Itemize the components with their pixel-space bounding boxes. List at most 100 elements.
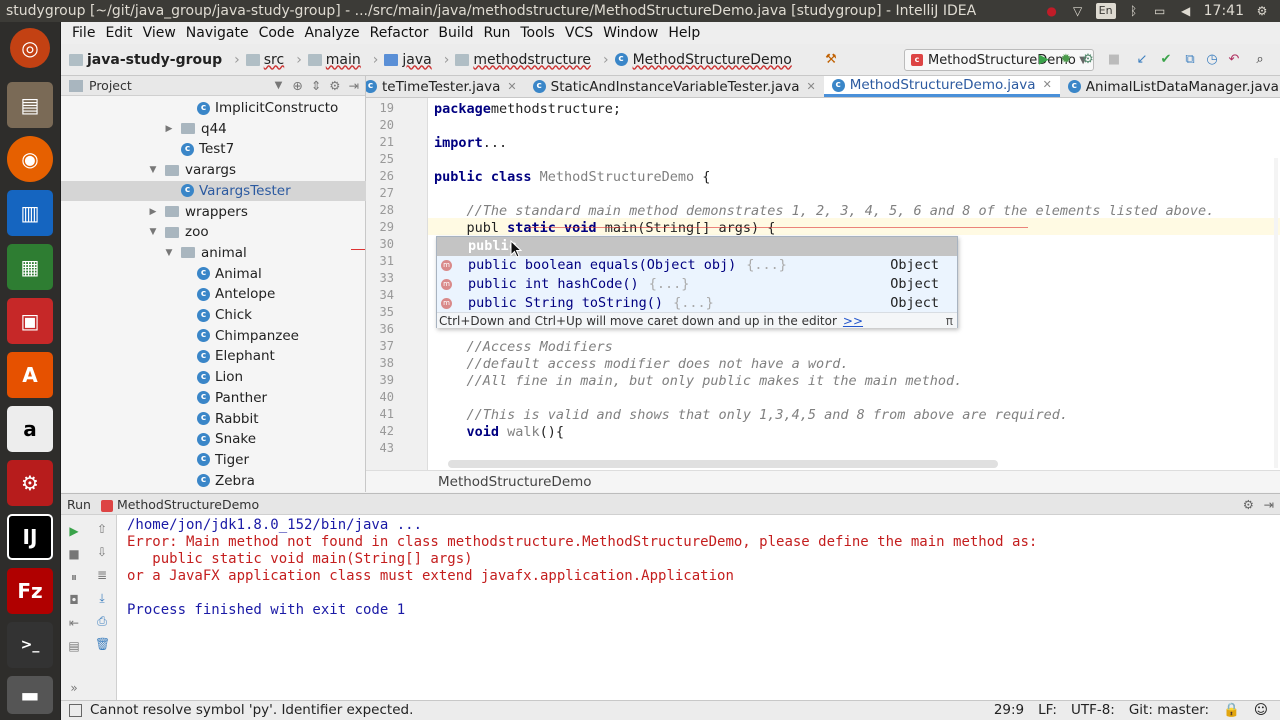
rerun-icon[interactable]: ▶	[67, 524, 81, 538]
editor-breadcrumb-label[interactable]: MethodStructureDemo	[438, 474, 592, 490]
breadcrumb-java[interactable]: java	[384, 52, 432, 68]
menu-help[interactable]: Help	[663, 25, 705, 41]
amazon-icon[interactable]: a	[7, 406, 53, 452]
close-icon[interactable]: ✕	[507, 76, 516, 97]
vcs-update-icon[interactable]: ↙	[1134, 52, 1150, 68]
filezilla-icon[interactable]: Fz	[7, 568, 53, 614]
tree-item[interactable]: c Elephant	[179, 346, 275, 366]
up-arrow-icon[interactable]: ⇧	[95, 522, 109, 536]
scroll-to-end-icon[interactable]: ⤓	[95, 591, 109, 605]
menu-analyze[interactable]: Analyze	[299, 25, 364, 41]
horizontal-scrollbar[interactable]	[448, 460, 998, 468]
tree-arrow-icon[interactable]: ▼	[163, 243, 175, 263]
inspector-icon[interactable]: ☺	[1254, 701, 1268, 720]
hide-icon[interactable]: ⇥	[349, 78, 359, 93]
hammer-icon[interactable]: ⚒	[823, 52, 839, 68]
menu-navigate[interactable]: Navigate	[181, 25, 254, 41]
close-icon[interactable]: ✕	[806, 76, 815, 97]
keyboard-layout[interactable]: En	[1095, 3, 1116, 19]
menu-window[interactable]: Window	[598, 25, 663, 41]
gear-icon[interactable]: ⚙	[1243, 494, 1254, 516]
tree-item[interactable]: c Zebra	[179, 471, 255, 491]
vcs-compare-icon[interactable]: ⧉	[1182, 52, 1198, 68]
settings-icon[interactable]: ⚙	[7, 460, 53, 506]
run-config-name[interactable]: MethodStructureDemo	[117, 497, 259, 512]
tree-arrow-icon[interactable]: ▶	[147, 202, 159, 222]
ubuntu-launcher-icon[interactable]: ◎	[10, 28, 50, 68]
breadcrumb-class[interactable]: c MethodStructureDemo	[614, 52, 792, 68]
chevron-down-icon[interactable]: ▼	[275, 80, 283, 91]
writer-icon[interactable]: ▥	[7, 190, 53, 236]
project-panel-title[interactable]: Project	[89, 78, 132, 93]
editor-tab[interactable]: c StaticAndInstanceVariableTester.java ✕	[525, 76, 824, 97]
print-icon[interactable]: ⎙	[95, 614, 109, 628]
stop-icon[interactable]: ■	[67, 547, 81, 561]
completion-item[interactable]: m public String toString() {...} Object	[437, 294, 957, 313]
tree-item[interactable]: c Chick	[179, 305, 252, 325]
tree-item[interactable]: ▼ zoo	[147, 222, 209, 242]
terminal-icon[interactable]: >_	[7, 622, 53, 668]
intellij-icon[interactable]: IJ	[7, 514, 53, 560]
file-encoding[interactable]: UTF-8:	[1071, 701, 1115, 720]
tree-item[interactable]: c VarargsTester	[61, 180, 366, 201]
debug-icon[interactable]: ✹	[1058, 52, 1074, 68]
wifi-icon[interactable]: ▽	[1070, 3, 1086, 19]
vcs-commit-icon[interactable]: ✔	[1158, 52, 1174, 68]
battery-icon[interactable]: ▭	[1152, 3, 1168, 19]
firefox-icon[interactable]: ◉	[7, 136, 53, 182]
hide-panel-icon[interactable]: ⇥	[1264, 494, 1274, 516]
pi-icon[interactable]: π	[946, 313, 953, 329]
search-icon[interactable]: ⌕	[1252, 52, 1268, 68]
menu-file[interactable]: File	[67, 25, 100, 41]
camera-icon[interactable]: ◘	[67, 593, 81, 607]
editor-tab[interactable]: cAnimalListDataManager.java✕	[1060, 76, 1280, 97]
menu-refactor[interactable]: Refactor	[365, 25, 434, 41]
tree-item[interactable]: ▼ animal	[163, 243, 247, 263]
tree-item[interactable]: c Lion	[179, 367, 243, 387]
collapse-icon[interactable]: ⇕	[311, 78, 321, 93]
editor-tab[interactable]: c teTimeTester.java ✕	[366, 76, 525, 97]
vcs-history-icon[interactable]: ◷	[1204, 52, 1220, 68]
soft-wrap-icon[interactable]: ≣	[95, 568, 109, 582]
close-icon[interactable]: ✕	[1043, 76, 1052, 96]
menu-code[interactable]: Code	[254, 25, 300, 41]
menu-vcs[interactable]: VCS	[560, 25, 598, 41]
run-console[interactable]: /home/jon/jdk1.8.0_152/bin/java ... Error…	[117, 515, 1280, 700]
revert-icon[interactable]: ↶	[1226, 52, 1242, 68]
tree-item[interactable]: ▶ wrappers	[147, 202, 248, 222]
completion-item[interactable]: m public boolean equals(Object obj) {...} O…	[437, 256, 957, 275]
menu-build[interactable]: Build	[433, 25, 478, 41]
tree-item[interactable]: ▼ varargs	[147, 160, 236, 180]
calc-icon[interactable]: ▦	[7, 244, 53, 290]
menu-edit[interactable]: Edit	[100, 25, 137, 41]
exit-icon[interactable]: ⇤	[67, 616, 81, 630]
tree-arrow-icon[interactable]: ▼	[147, 222, 159, 242]
clock[interactable]: 17:41	[1204, 0, 1244, 22]
line-separator[interactable]: LF:	[1038, 701, 1057, 720]
tree-item[interactable]: ▶ q44	[163, 119, 227, 139]
tree-item[interactable]: c Panther	[179, 388, 267, 408]
tree-item[interactable]: c Animal	[179, 264, 262, 284]
tree-item[interactable]: c Rabbit	[179, 409, 259, 429]
lock-icon[interactable]: 🔒	[1223, 701, 1240, 720]
trash-icon[interactable]: 🗑	[95, 637, 110, 651]
locate-icon[interactable]: ⊕	[292, 78, 302, 93]
tree-item[interactable]: c Tiger	[179, 450, 249, 470]
tree-item[interactable]: c Test7	[163, 139, 234, 159]
down-arrow-icon[interactable]: ⇩	[95, 545, 109, 559]
run-icon[interactable]: ▶	[1036, 52, 1052, 68]
more-icon[interactable]: »	[67, 681, 81, 695]
menu-view[interactable]: View	[138, 25, 181, 41]
completion-hint-link[interactable]: >>	[843, 314, 863, 328]
coverage-icon[interactable]: ⚙	[1080, 52, 1096, 68]
completion-item[interactable]: m public int hashCode() {...} Object	[437, 275, 957, 294]
caret-position[interactable]: 29:9	[994, 701, 1024, 720]
breadcrumb-main[interactable]: main	[307, 52, 361, 68]
software-icon[interactable]: A	[7, 352, 53, 398]
stop-icon[interactable]: ■	[1106, 52, 1122, 68]
tree-item[interactable]: c Snake	[179, 429, 256, 449]
run-tab-label[interactable]: Run	[67, 497, 91, 512]
volume-icon[interactable]: ◀	[1178, 3, 1194, 19]
gear-icon[interactable]: ⚙	[329, 78, 340, 93]
editor-tab[interactable]: c MethodStructureDemo.java ✕	[823, 76, 1060, 97]
